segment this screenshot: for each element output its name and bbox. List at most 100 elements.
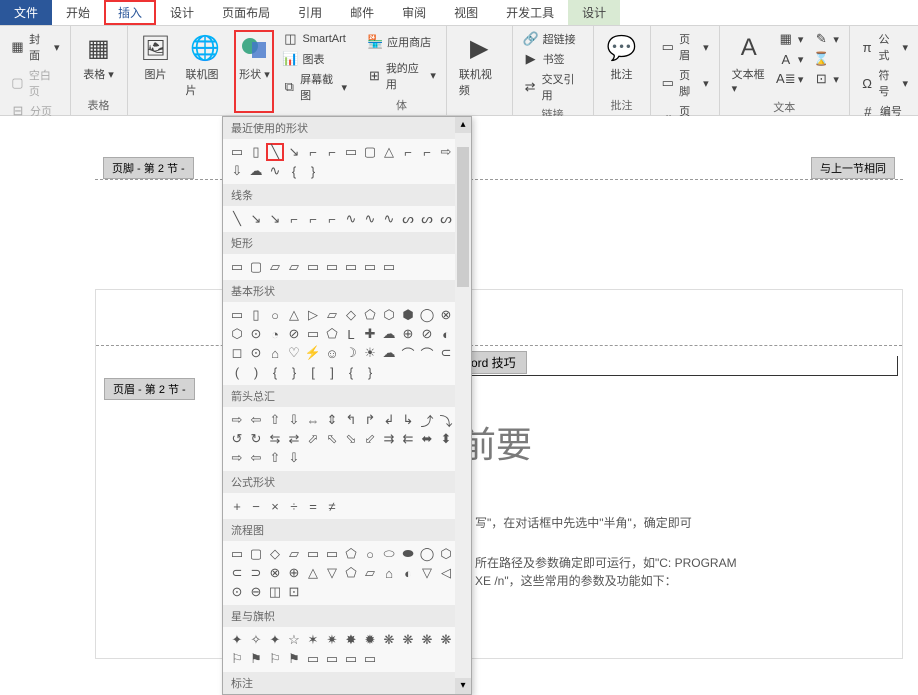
tab-design-contextual[interactable]: 设计 (568, 0, 620, 25)
st-10[interactable]: ❋ (399, 631, 417, 649)
tab-file[interactable]: 文件 (0, 0, 52, 25)
rect-6[interactable]: ▭ (323, 258, 341, 276)
fc-27[interactable]: ◫ (266, 583, 284, 601)
basic-12[interactable]: ⊗ (437, 306, 455, 324)
fc-12[interactable]: ⬡ (437, 545, 455, 563)
header-button[interactable]: ▭页眉 ▾ (659, 30, 711, 64)
fc-17[interactable]: △ (304, 564, 322, 582)
st-15[interactable]: ⚐ (266, 650, 284, 668)
basic-17[interactable]: ▭ (304, 325, 322, 343)
arr-18[interactable]: ⬁ (323, 430, 341, 448)
screenshot-button[interactable]: ⧉屏幕截图 ▾ (280, 70, 349, 104)
basic-24[interactable]: ◐ (437, 325, 455, 343)
tab-view[interactable]: 视图 (440, 0, 492, 25)
arr-21[interactable]: ⇉ (380, 430, 398, 448)
table-button[interactable]: ▦ 表格 ▾ (79, 30, 119, 95)
rect-4[interactable]: ▱ (285, 258, 303, 276)
fc-7[interactable]: ⬠ (342, 545, 360, 563)
fc-16[interactable]: ⊕ (285, 564, 303, 582)
fc-15[interactable]: ⊗ (266, 564, 284, 582)
st-14[interactable]: ⚑ (247, 650, 265, 668)
shape-textbox2[interactable]: ▯ (247, 143, 265, 161)
formula-button[interactable]: π公式 ▾ (858, 30, 910, 64)
tab-mail[interactable]: 邮件 (336, 0, 388, 25)
line-10[interactable]: ᔕ (399, 210, 417, 228)
basic-26[interactable]: ⊙ (247, 344, 265, 362)
hyperlink-button[interactable]: 🔗超链接 (521, 30, 585, 48)
text-opt4[interactable]: ✎▾ (811, 30, 841, 48)
basic-3[interactable]: ○ (266, 306, 284, 324)
st-4[interactable]: ☆ (285, 631, 303, 649)
fc-26[interactable]: ⊖ (247, 583, 265, 601)
tab-dev[interactable]: 开发工具 (492, 0, 568, 25)
scroll-thumb[interactable] (457, 147, 469, 287)
arr-22[interactable]: ⇇ (399, 430, 417, 448)
arr-28[interactable]: ⇩ (285, 449, 303, 467)
blank-page-button[interactable]: ▢空白页 (8, 66, 62, 100)
fc-4[interactable]: ▱ (285, 545, 303, 563)
basic-21[interactable]: ☁ (380, 325, 398, 343)
fc-1[interactable]: ▭ (228, 545, 246, 563)
basic-4[interactable]: △ (285, 306, 303, 324)
st-13[interactable]: ⚐ (228, 650, 246, 668)
bookmark-button[interactable]: ▶书签 (521, 50, 585, 68)
st-9[interactable]: ❋ (380, 631, 398, 649)
line-6[interactable]: ⌐ (323, 210, 341, 228)
text-opt2[interactable]: A▾ (776, 50, 806, 68)
arr-9[interactable]: ↲ (380, 411, 398, 429)
arr-13[interactable]: ↺ (228, 430, 246, 448)
basic-36[interactable]: ⊂ (437, 344, 455, 362)
basic-29[interactable]: ⚡ (304, 344, 322, 362)
fc-21[interactable]: ⌂ (380, 564, 398, 582)
shape-roundrect[interactable]: ▢ (361, 143, 379, 161)
arr-26[interactable]: ⇦ (247, 449, 265, 467)
st-2[interactable]: ✧ (247, 631, 265, 649)
st-7[interactable]: ✸ (342, 631, 360, 649)
line-4[interactable]: ⌐ (285, 210, 303, 228)
st-3[interactable]: ✦ (266, 631, 284, 649)
shape-arrow[interactable]: ⇨ (437, 143, 455, 161)
arr-3[interactable]: ⇧ (266, 411, 284, 429)
basic-25[interactable]: ◻ (228, 344, 246, 362)
arr-19[interactable]: ⬂ (342, 430, 360, 448)
basic-28[interactable]: ♡ (285, 344, 303, 362)
fc-10[interactable]: ⬬ (399, 545, 417, 563)
fc-3[interactable]: ◇ (266, 545, 284, 563)
crossref-button[interactable]: ⇄交叉引用 (521, 70, 585, 104)
basic-40[interactable]: } (285, 363, 303, 381)
shape-textbox[interactable]: ▭ (228, 143, 246, 161)
basic-38[interactable]: ) (247, 363, 265, 381)
line-7[interactable]: ∿ (342, 210, 360, 228)
arr-4[interactable]: ⇩ (285, 411, 303, 429)
basic-11[interactable]: ◯ (418, 306, 436, 324)
arr-11[interactable]: ⤴ (418, 411, 436, 429)
line-11[interactable]: ᔕ (418, 210, 436, 228)
rect-2[interactable]: ▢ (247, 258, 265, 276)
fc-20[interactable]: ▱ (361, 564, 379, 582)
rect-9[interactable]: ▭ (380, 258, 398, 276)
rect-5[interactable]: ▭ (304, 258, 322, 276)
shape-connector2[interactable]: ⌐ (323, 143, 341, 161)
fc-5[interactable]: ▭ (304, 545, 322, 563)
line-8[interactable]: ∿ (361, 210, 379, 228)
st-16[interactable]: ⚑ (285, 650, 303, 668)
eq-4[interactable]: ÷ (285, 497, 303, 515)
st-6[interactable]: ✷ (323, 631, 341, 649)
fc-22[interactable]: ◐ (399, 564, 417, 582)
arr-12[interactable]: ⤵ (437, 411, 455, 429)
tab-insert[interactable]: 插入 (104, 0, 156, 25)
st-17[interactable]: ▭ (304, 650, 322, 668)
st-18[interactable]: ▭ (323, 650, 341, 668)
arr-8[interactable]: ↱ (361, 411, 379, 429)
fc-25[interactable]: ⊙ (228, 583, 246, 601)
eq-1[interactable]: + (228, 497, 246, 515)
eq-3[interactable]: × (266, 497, 284, 515)
basic-39[interactable]: { (266, 363, 284, 381)
shape-downarrow[interactable]: ⇩ (228, 162, 246, 180)
shape-triangle[interactable]: △ (380, 143, 398, 161)
rect-1[interactable]: ▭ (228, 258, 246, 276)
st-5[interactable]: ✶ (304, 631, 322, 649)
store-button[interactable]: 🏪应用商店 (365, 33, 438, 51)
st-19[interactable]: ▭ (342, 650, 360, 668)
eq-5[interactable]: = (304, 497, 322, 515)
